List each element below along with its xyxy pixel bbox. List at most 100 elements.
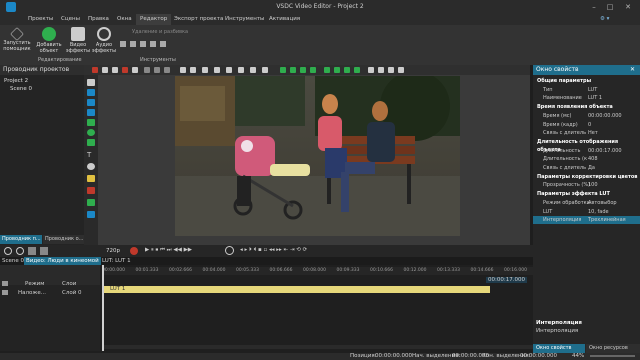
add-track-icon[interactable] bbox=[4, 247, 12, 255]
clock-icon[interactable] bbox=[225, 246, 234, 255]
cut-tool-icon[interactable] bbox=[102, 67, 108, 73]
frame-controls[interactable]: ◂ ▸ ⏵ ⏴ ▪ ▫ ◂◂ ▸▸ ⇤ ⇥ ⟲ ⟳ bbox=[240, 247, 307, 254]
arrow-right-icon[interactable] bbox=[354, 67, 360, 73]
layer-up-icon[interactable] bbox=[180, 67, 186, 73]
split-icon[interactable] bbox=[150, 41, 156, 47]
resize-icon[interactable] bbox=[238, 67, 244, 73]
property-value[interactable]: 100 bbox=[588, 181, 598, 189]
move-down-icon[interactable] bbox=[290, 67, 296, 73]
track-scene[interactable]: Scene 0 bbox=[2, 258, 24, 264]
tab-object-explorer[interactable]: Проводник о... bbox=[43, 235, 84, 244]
delete-icon[interactable] bbox=[122, 67, 128, 73]
property-row[interactable]: Режим обработки Автовыбор bbox=[533, 199, 640, 207]
snap-icon[interactable] bbox=[214, 67, 220, 73]
cut-icon[interactable] bbox=[130, 41, 136, 47]
close-icon[interactable]: ✕ bbox=[622, 2, 634, 12]
fullscreen-icon[interactable] bbox=[398, 67, 404, 73]
zoom-slider[interactable] bbox=[590, 355, 635, 357]
playhead[interactable] bbox=[102, 265, 104, 351]
property-row[interactable]: Время (мс) 00:00:00.000 bbox=[533, 112, 640, 120]
property-value[interactable]: Нет bbox=[588, 129, 598, 137]
property-value[interactable]: 0 bbox=[588, 121, 591, 129]
paste-icon[interactable] bbox=[132, 67, 138, 73]
property-value[interactable]: Да bbox=[588, 164, 595, 172]
property-row[interactable]: Тип LUT bbox=[533, 86, 640, 94]
video-icon[interactable] bbox=[87, 89, 95, 96]
timeline-scrollbar[interactable] bbox=[104, 345, 533, 349]
menu-options[interactable]: ⚙ ▾ bbox=[600, 16, 609, 22]
tree-scene[interactable]: Scene 0 bbox=[10, 86, 32, 92]
move-top-icon[interactable] bbox=[300, 67, 306, 73]
property-row[interactable]: Интерполяция Трехлинейная bbox=[533, 216, 640, 225]
menu-scenes[interactable]: Сцены bbox=[61, 16, 80, 22]
panel-close-icon[interactable]: ✕ bbox=[630, 66, 635, 73]
menu-activation[interactable]: Активация bbox=[269, 16, 300, 22]
mask-icon[interactable] bbox=[87, 211, 95, 218]
property-value[interactable]: Трехлинейная bbox=[588, 216, 626, 224]
chart-icon[interactable] bbox=[87, 175, 95, 182]
property-row[interactable]: Связь с длитель Нет bbox=[533, 129, 640, 137]
wizard-button[interactable]: Запустить помощник bbox=[2, 26, 32, 52]
menu-tools[interactable]: Инструменты bbox=[225, 16, 264, 22]
menu-edit[interactable]: Правка bbox=[88, 16, 109, 22]
maximize-icon[interactable]: □ bbox=[604, 2, 616, 12]
tab-resources[interactable]: Окно ресурсов bbox=[586, 344, 640, 353]
property-value[interactable]: 00:00:00.000 bbox=[588, 112, 622, 120]
fit-icon[interactable] bbox=[226, 67, 232, 73]
layer-mode[interactable]: Наложе... bbox=[18, 290, 46, 296]
menu-export[interactable]: Экспорт проекта bbox=[174, 16, 223, 22]
align-right-icon[interactable] bbox=[164, 67, 170, 73]
audio-icon[interactable] bbox=[87, 109, 95, 116]
track-video[interactable]: Видео: Люди в кинеомой bbox=[24, 257, 101, 265]
align-left-icon[interactable] bbox=[144, 67, 150, 73]
menu-projects[interactable]: Проекты bbox=[28, 16, 53, 22]
flip-icon[interactable] bbox=[250, 67, 256, 73]
record-icon[interactable] bbox=[130, 247, 138, 255]
rotate-tool-icon[interactable] bbox=[262, 67, 268, 73]
add-object-button[interactable]: Добавить объект bbox=[34, 27, 64, 54]
layer-eye-icon[interactable] bbox=[2, 290, 8, 295]
animation-icon[interactable] bbox=[87, 199, 95, 206]
arrow-up-icon[interactable] bbox=[324, 67, 330, 73]
shape-icon[interactable] bbox=[87, 119, 95, 126]
rectangle-icon[interactable] bbox=[87, 139, 95, 146]
property-row[interactable]: Длительность 00:00:17.000 bbox=[533, 147, 640, 155]
property-row[interactable]: Наименование LUT 1 bbox=[533, 94, 640, 102]
grid-icon[interactable] bbox=[202, 67, 208, 73]
rotate-icon[interactable] bbox=[160, 41, 166, 47]
property-value[interactable]: 00:00:17.000 bbox=[588, 147, 622, 155]
subtitle-icon[interactable] bbox=[87, 163, 95, 170]
playback-controls[interactable]: ▶ ⏸ ⏹ ⏮ ⏭ ◀◀ ▶▶ bbox=[145, 247, 192, 254]
stop-icon[interactable] bbox=[92, 67, 98, 73]
text-icon[interactable]: T bbox=[87, 151, 95, 159]
remove-track-icon[interactable] bbox=[16, 247, 24, 255]
arrow-down-icon[interactable] bbox=[334, 67, 340, 73]
zoom-in-icon[interactable] bbox=[368, 67, 374, 73]
lut-clip[interactable]: LUT 1 bbox=[102, 286, 490, 293]
pointer-icon[interactable] bbox=[87, 79, 95, 86]
property-value[interactable]: 408 bbox=[588, 155, 598, 163]
arrow-left-icon[interactable] bbox=[344, 67, 350, 73]
tree-project[interactable]: Project 2 bbox=[4, 78, 28, 84]
layer-name[interactable]: Слой 0 bbox=[62, 290, 82, 296]
tab-project-explorer[interactable]: Проводник п... bbox=[0, 235, 42, 244]
audio-effects-button[interactable]: Аудио эффекты bbox=[89, 27, 119, 54]
timeline-ruler[interactable]: 00:00.000 00:01.333 00:02.666 00:04.000 00:0… bbox=[102, 267, 533, 275]
align-center-icon[interactable] bbox=[154, 67, 160, 73]
property-value[interactable]: 10, fade bbox=[588, 208, 609, 216]
property-value[interactable]: LUT bbox=[588, 86, 597, 94]
eye-icon[interactable] bbox=[2, 281, 8, 286]
property-row[interactable]: Связь с длитель Да bbox=[533, 164, 640, 172]
property-row[interactable]: Прозрачность (%) 100 bbox=[533, 181, 640, 189]
tab-properties[interactable]: Окно свойств bbox=[533, 344, 585, 353]
resolution-select[interactable]: 720p bbox=[106, 248, 120, 254]
property-row[interactable]: LUT 10, fade bbox=[533, 208, 640, 216]
property-value[interactable]: Автовыбор bbox=[588, 199, 617, 207]
copy-icon[interactable] bbox=[112, 67, 118, 73]
layer-down-icon[interactable] bbox=[190, 67, 196, 73]
sprite-icon[interactable] bbox=[87, 187, 95, 194]
track-lut[interactable]: LUT: LUT 1 bbox=[102, 258, 131, 264]
minimize-icon[interactable]: – bbox=[588, 2, 600, 12]
menu-windows[interactable]: Окна bbox=[117, 16, 132, 22]
trim-icon[interactable] bbox=[28, 247, 36, 255]
